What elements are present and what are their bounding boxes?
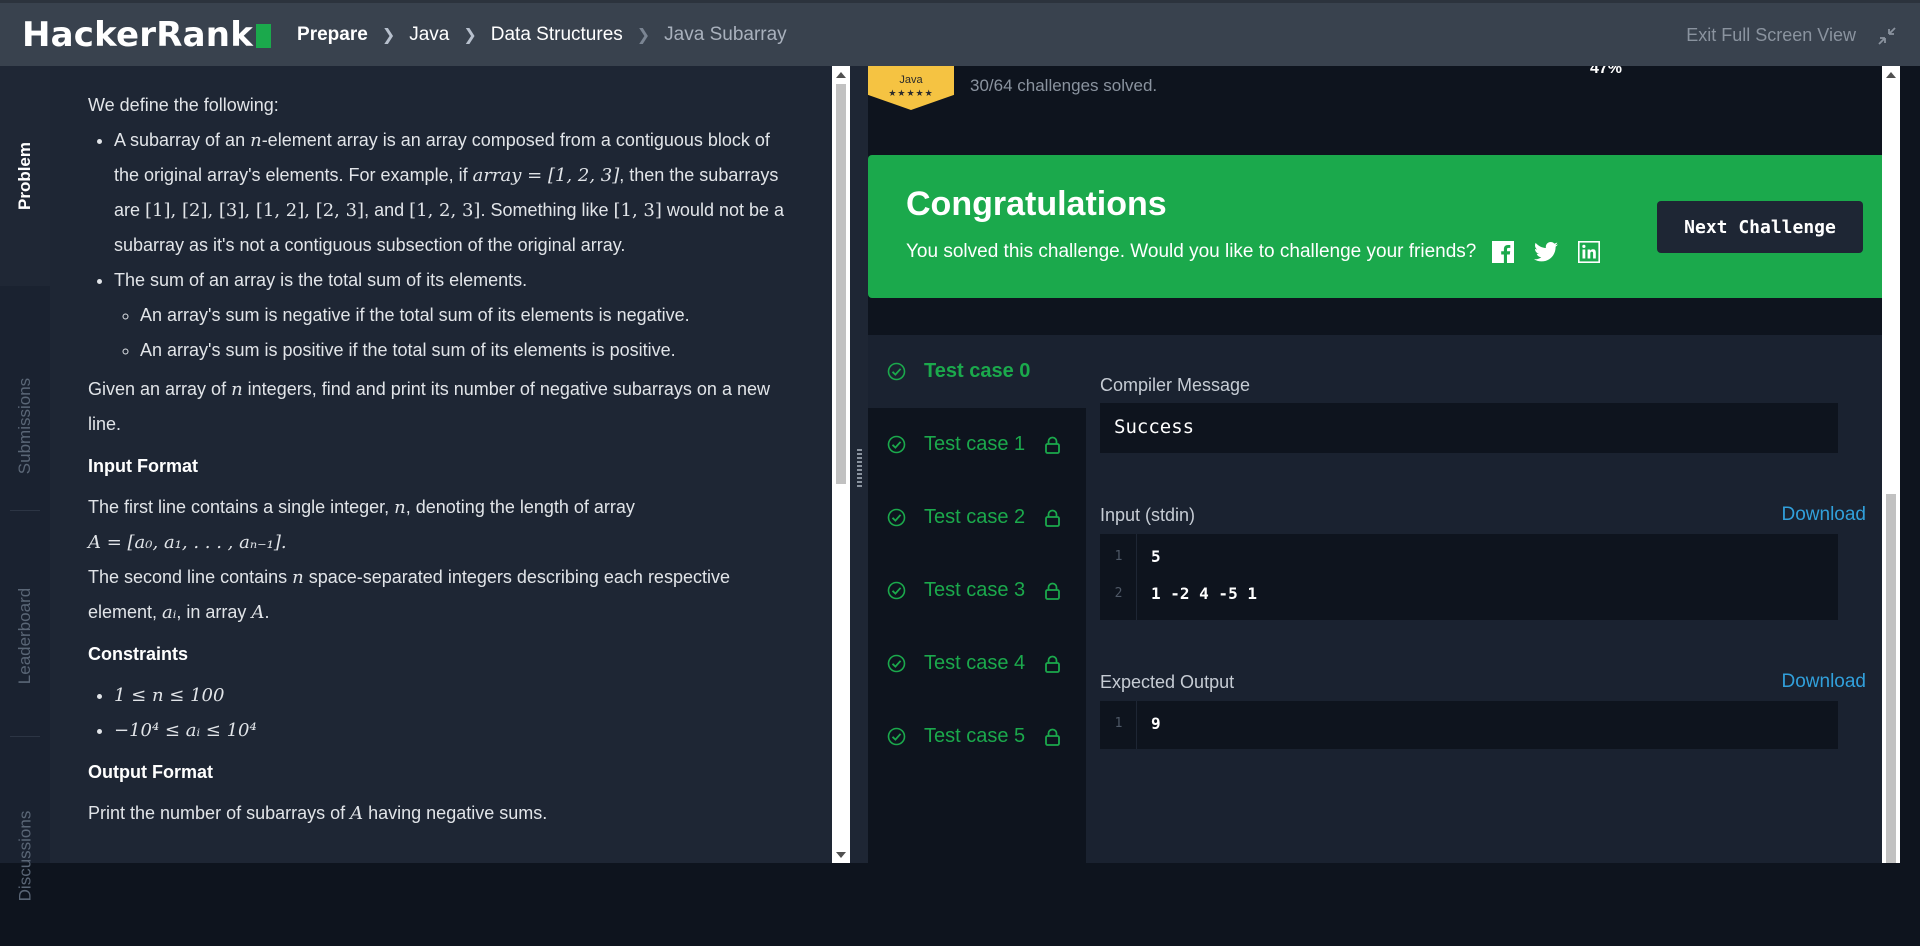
- collapse-icon[interactable]: [1876, 25, 1898, 47]
- tab-discussions[interactable]: Discussions: [0, 766, 50, 946]
- result-scrollbar[interactable]: [1882, 66, 1900, 863]
- line-number: 2: [1114, 586, 1123, 601]
- breadcrumb-data-structures[interactable]: Data Structures: [491, 24, 623, 46]
- list-item: An array's sum is positive if the total …: [140, 333, 798, 368]
- test-case-detail: Compiler Message Success Input (stdin) D…: [1086, 335, 1900, 863]
- scrollbar-thumb[interactable]: [836, 84, 846, 484]
- scroll-up-icon[interactable]: [836, 72, 846, 78]
- tab-leaderboard[interactable]: Leaderboard: [0, 536, 50, 736]
- tab-divider: [10, 736, 40, 737]
- scrollbar-thumb[interactable]: [1886, 494, 1896, 863]
- test-case-tab-4[interactable]: Test case 4: [868, 627, 1086, 700]
- lock-icon: [1045, 436, 1061, 454]
- download-input-link[interactable]: Download: [1782, 504, 1867, 526]
- check-circle-icon: [887, 435, 906, 454]
- input-line: 5: [1151, 547, 1161, 566]
- test-case-list: Test case 0 Test case 1 Test case 2 Test…: [868, 335, 1086, 863]
- download-output-link[interactable]: Download: [1782, 671, 1867, 693]
- check-circle-icon: [887, 581, 906, 600]
- tab-submissions[interactable]: Submissions: [0, 326, 50, 526]
- compiler-message-label: Compiler Message: [1100, 375, 1251, 395]
- congrats-title: Congratulations: [906, 185, 1167, 223]
- list-item: An array's sum is negative if the total …: [140, 298, 798, 333]
- expected-output-label: Expected Output: [1100, 672, 1235, 692]
- congrats-message: You solved this challenge. Would you lik…: [906, 241, 1620, 263]
- test-case-tab-2[interactable]: Test case 2: [868, 481, 1086, 554]
- tab-problem[interactable]: Problem: [0, 66, 50, 286]
- test-case-tab-5[interactable]: Test case 5: [868, 700, 1086, 773]
- twitter-icon[interactable]: [1534, 242, 1559, 262]
- congratulations-banner: Congratulations You solved this challeng…: [868, 155, 1899, 298]
- check-circle-icon: [887, 508, 906, 527]
- problem-scrollbar[interactable]: [832, 66, 850, 863]
- breadcrumb-current: Java Subarray: [664, 23, 787, 45]
- side-tabs: Problem Submissions Leaderboard Discussi…: [0, 66, 50, 901]
- problem-statement: We define the following: A subarray of a…: [50, 66, 832, 863]
- lock-icon: [1045, 655, 1061, 673]
- tab-divider: [10, 510, 40, 511]
- constraint-item: 1 ≤ n ≤ 100: [114, 678, 798, 713]
- linkedin-icon[interactable]: [1578, 241, 1601, 263]
- line-number: 1: [1114, 716, 1123, 731]
- constraints-heading: Constraints: [88, 644, 189, 664]
- input-line: 1 -2 4 -5 1: [1151, 584, 1257, 603]
- test-case-tab-0[interactable]: Test case 0: [868, 335, 1086, 408]
- lock-icon: [1045, 582, 1061, 600]
- input-line2-text: The second line contains n space-separat…: [88, 567, 730, 623]
- exit-full-screen-link[interactable]: Exit Full Screen View: [1686, 25, 1856, 46]
- social-share: [1492, 241, 1620, 263]
- java-badge-icon: Java ★★★★★: [868, 66, 954, 110]
- test-case-tab-3[interactable]: Test case 3: [868, 554, 1086, 627]
- chevron-right-icon: ❯: [636, 26, 651, 44]
- sub-list: An array's sum is negative if the total …: [140, 298, 798, 368]
- scroll-down-icon[interactable]: [836, 852, 846, 858]
- input-format-heading: Input Format: [88, 456, 198, 476]
- chevron-right-icon: ❯: [381, 26, 396, 44]
- chevron-right-icon: ❯: [463, 26, 477, 44]
- scroll-up-icon[interactable]: [1886, 72, 1896, 78]
- next-challenge-button[interactable]: Next Challenge: [1657, 201, 1863, 253]
- top-bar: HackerRank Prepare ❯ Java ❯ Data Structu…: [0, 0, 1920, 66]
- input-label: Input (stdin): [1100, 505, 1196, 525]
- test-case-tab-1[interactable]: Test case 1: [868, 408, 1086, 481]
- hackerrank-logo[interactable]: HackerRank: [22, 15, 272, 55]
- output-line: 9: [1151, 714, 1161, 733]
- line-number: 1: [1114, 549, 1123, 564]
- output-text: Print the number of subarrays of A havin…: [88, 803, 548, 824]
- constraints-list: 1 ≤ n ≤ 100 −10⁴ ≤ aᵢ ≤ 10⁴: [114, 678, 798, 748]
- output-format-heading: Output Format: [88, 762, 213, 782]
- input-line1-text: The first line contains a single integer…: [88, 497, 635, 553]
- lock-icon: [1045, 728, 1061, 746]
- constraint-item: −10⁴ ≤ aᵢ ≤ 10⁴: [114, 713, 798, 748]
- check-circle-icon: [887, 727, 906, 746]
- check-circle-icon: [887, 654, 906, 673]
- test-results: Test case 0 Test case 1 Test case 2 Test…: [868, 335, 1900, 863]
- facebook-icon[interactable]: [1492, 241, 1515, 263]
- result-pane: Java ★★★★★ 30/64 challenges solved. 47% …: [868, 66, 1900, 863]
- challenges-solved: 30/64 challenges solved.: [970, 76, 1158, 95]
- list-item: A subarray of an n-element array is an a…: [114, 123, 798, 263]
- check-circle-icon: [887, 362, 906, 381]
- task-text: Given an array of n integers, find and p…: [88, 379, 770, 434]
- input-code-box: 1 2 5 1 -2 4 -5 1: [1100, 534, 1838, 620]
- line-gutter: [1100, 534, 1137, 620]
- breadcrumb-java[interactable]: Java: [409, 24, 449, 46]
- intro-text: We define the following:: [88, 95, 279, 115]
- drag-handle-icon[interactable]: [857, 449, 862, 489]
- definition-list: A subarray of an n-element array is an a…: [114, 123, 798, 368]
- list-item: The sum of an array is the total sum of …: [114, 263, 798, 368]
- breadcrumb-prepare[interactable]: Prepare: [297, 24, 368, 46]
- expected-output-box: 1 9: [1100, 701, 1838, 749]
- logo-block: [256, 24, 272, 48]
- breadcrumb: Prepare ❯ Java ❯ Data Structures ❯ Java …: [297, 24, 787, 46]
- lock-icon: [1045, 509, 1061, 527]
- problem-text: We define the following: A subarray of a…: [88, 88, 798, 831]
- compiler-message-box: Success: [1100, 403, 1838, 453]
- progress-percent: 47%: [1590, 66, 1623, 77]
